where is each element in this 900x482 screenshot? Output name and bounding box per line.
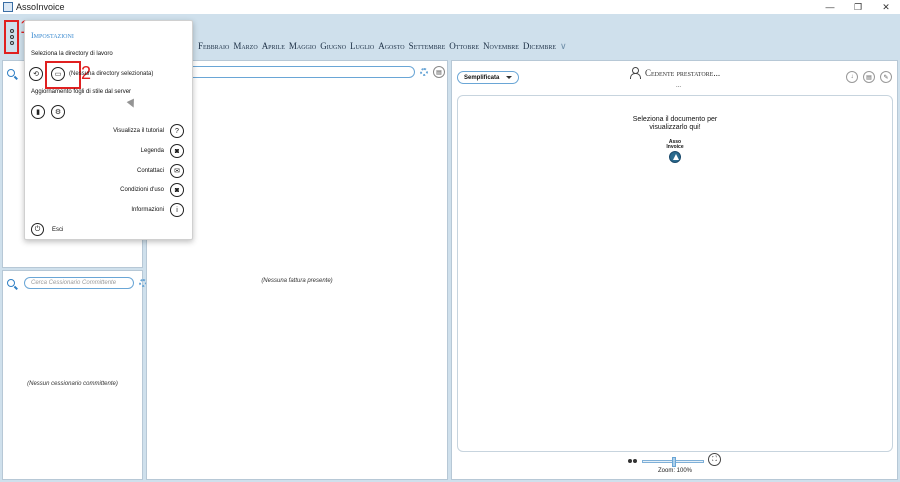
gear-icon[interactable]: ⚙ <box>51 105 65 119</box>
mode-select-value: Semplificata <box>464 74 500 81</box>
cessionari-empty-text: (Nessun cessionario committente) <box>27 381 118 387</box>
invoices-search-input[interactable] <box>187 66 415 78</box>
legend-icon: ◙ <box>170 144 184 158</box>
menu-item-label: Informazioni <box>131 207 164 213</box>
cessionari-search-input[interactable]: Cerca Cessionario Committente <box>24 277 134 289</box>
document-actions: ↓ ▤ ✎ <box>846 71 892 83</box>
tab-month[interactable]: Ottobre <box>449 41 479 52</box>
popup-heading: Impostazioni <box>31 31 74 40</box>
terms-icon: ◙ <box>170 183 184 197</box>
menu-item-label: Contattaci <box>136 168 164 174</box>
exit-button[interactable]: ⏻ Esci <box>31 223 63 236</box>
left-top-search-row <box>7 69 15 77</box>
info-icon: i <box>170 203 184 217</box>
month-tabs: Febbraio Marzo Aprile Maggio Giugno Lugl… <box>198 41 567 52</box>
window-title: AssoInvoice <box>16 2 65 12</box>
tab-month[interactable]: Maggio <box>289 41 316 52</box>
app-icon <box>3 2 13 12</box>
search-icon <box>7 279 15 287</box>
zoom-label: Zoom: 100% <box>658 468 693 474</box>
stylesheet-label: Aggiornamento fogli di stile dal server <box>31 89 132 95</box>
cedente-subtitle: ... <box>676 83 682 89</box>
tab-month[interactable]: Agosto <box>378 41 404 52</box>
window-controls: — ❐ ✕ <box>816 0 900 14</box>
caret-down-icon <box>506 76 512 79</box>
print-button[interactable]: ▤ <box>433 66 445 78</box>
cessionari-panel: Cerca Cessionario Committente (Nessun ce… <box>2 270 147 480</box>
cedente-header: Cedente prestatore... <box>630 67 721 79</box>
document-panel: Semplificata Cedente prestatore... ... ↓… <box>451 60 898 480</box>
menu-item-label: Legenda <box>140 148 164 154</box>
zoom-controls: ⛶ <box>628 453 728 468</box>
settings-menu-button[interactable] <box>4 20 19 54</box>
search-icon <box>7 69 15 77</box>
dot-icon <box>9 29 14 33</box>
mode-select[interactable]: Semplificata <box>457 71 519 84</box>
mouse-cursor-icon <box>126 98 138 110</box>
exit-label: Esci <box>52 226 64 233</box>
directory-path: (Nessuna directory selezionata) <box>69 71 154 77</box>
tab-month[interactable]: Luglio <box>350 41 374 52</box>
dot-icon <box>9 41 14 45</box>
settings-popup: Impostazioni Seleziona la directory di l… <box>24 20 193 240</box>
question-icon: ? <box>170 124 184 138</box>
tab-month[interactable]: Settembre <box>409 41 446 52</box>
menu-item-tutorial[interactable]: Visualizza il tutorial ? <box>113 124 184 138</box>
menu-item-info[interactable]: Informazioni i <box>131 203 184 217</box>
power-icon: ⏻ <box>31 223 44 236</box>
download-button[interactable]: ↓ <box>846 71 858 83</box>
document-update-button[interactable]: ▮ <box>31 105 45 119</box>
document-placeholder-line1: Seleziona il documento per <box>632 116 718 123</box>
title-bar: AssoInvoice — ❐ ✕ <box>0 0 900 14</box>
dot-icon <box>9 35 14 39</box>
gear-icon[interactable] <box>420 68 428 76</box>
minimize-button[interactable]: — <box>816 0 844 14</box>
tab-month[interactable]: Aprile <box>262 41 285 52</box>
menu-item-legend[interactable]: Legenda ◙ <box>141 144 184 158</box>
chevron-down-icon[interactable]: ∨ <box>560 41 567 52</box>
document-viewer: Seleziona il documento per visualizzarlo… <box>457 95 893 452</box>
menu-item-contact[interactable]: Contattaci ✉ <box>137 164 184 178</box>
menu-item-label: Condizioni d'uso <box>120 187 164 193</box>
zoom-slider[interactable] <box>642 457 704 467</box>
document-placeholder-line2: visualizzarlo qui! <box>649 124 701 131</box>
menu-item-label: Visualizza il tutorial <box>113 128 164 134</box>
invoices-empty-text: (Nessuna fattura presente) <box>261 278 333 284</box>
edit-button[interactable]: ✎ <box>880 71 892 83</box>
user-icon <box>630 67 641 79</box>
close-button[interactable]: ✕ <box>872 0 900 14</box>
select-directory-label: Seleziona la directory di lavoro <box>31 51 113 57</box>
assoinvoice-logo: Asso Invoice <box>666 140 684 163</box>
fit-to-page-button[interactable]: ⛶ <box>708 453 721 466</box>
logo-icon <box>669 151 681 163</box>
document-placeholder: Seleziona il documento per visualizzarlo… <box>458 116 892 132</box>
tab-month[interactable]: Novembre <box>483 41 519 52</box>
tab-month[interactable]: Dicembre <box>523 41 556 52</box>
binoculars-icon[interactable] <box>628 458 637 464</box>
zoom-slider-handle[interactable] <box>672 457 676 467</box>
tab-month[interactable]: Febbraio <box>198 41 229 52</box>
print-button[interactable]: ▤ <box>863 71 875 83</box>
tab-month[interactable]: Marzo <box>233 41 257 52</box>
cessionari-search-row: Cerca Cessionario Committente <box>7 277 147 289</box>
mail-icon: ✉ <box>170 164 184 178</box>
menu-item-terms[interactable]: Condizioni d'uso ◙ <box>120 183 184 197</box>
maximize-button[interactable]: ❐ <box>844 0 872 14</box>
logo-text-line2: Invoice <box>666 144 684 150</box>
invoices-search-row: ▤ <box>187 66 445 78</box>
refresh-button[interactable]: ⟲ <box>29 67 43 81</box>
cedente-title: Cedente prestatore... <box>645 67 721 78</box>
tab-month[interactable]: Giugno <box>320 41 346 52</box>
